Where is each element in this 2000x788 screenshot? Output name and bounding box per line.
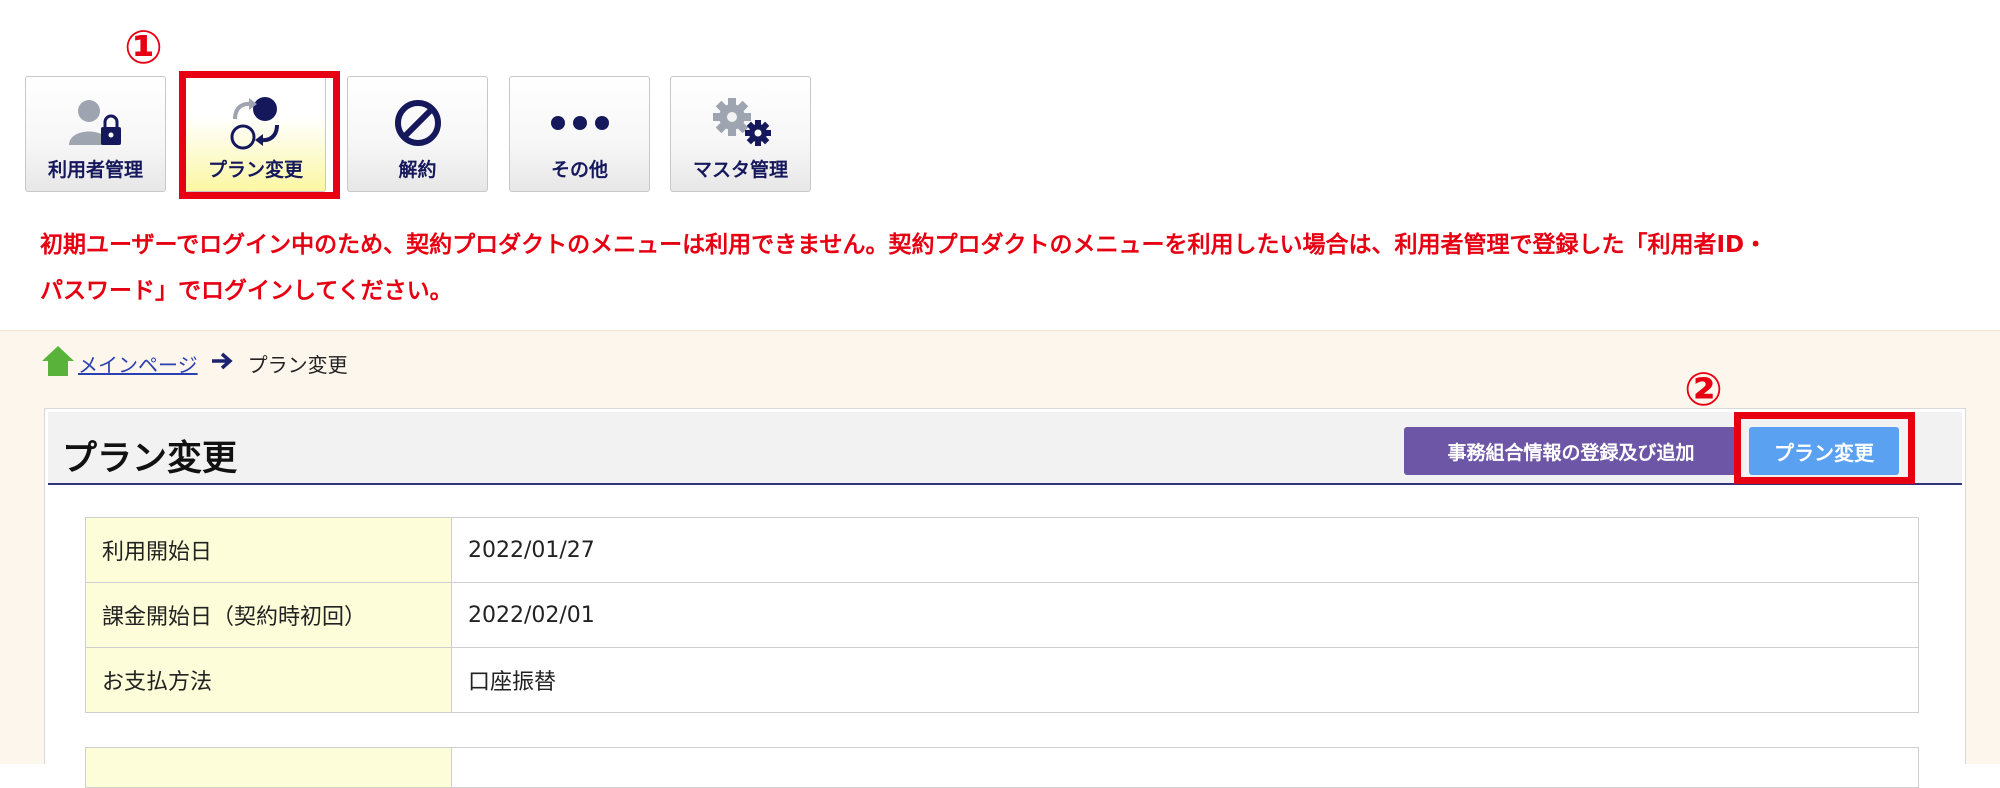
table-row: 課金開始日（契約時初回） 2022/02/01 — [85, 582, 1919, 648]
toolbar-label: その他 — [550, 159, 608, 181]
table-row — [85, 747, 1919, 788]
breadcrumb-home-link[interactable]: メインページ — [78, 349, 198, 378]
toolbar-master-management-button[interactable]: マスタ管理 — [670, 76, 811, 192]
toolbar-user-management-button[interactable]: 利用者管理 — [25, 76, 166, 192]
notice-line-1: 初期ユーザーでログイン中のため、契約プロダクトのメニューは利用できません。契約プ… — [40, 232, 1768, 258]
prohibited-icon — [348, 95, 487, 151]
home-icon — [40, 344, 76, 383]
more-dots-icon — [510, 95, 649, 151]
second-info-table — [85, 747, 1919, 788]
step2-marker: ② — [1684, 362, 1723, 416]
row-value: 口座振替 — [451, 647, 1919, 713]
toolbar-other-button[interactable]: その他 — [509, 76, 650, 192]
panel-header: プラン変更 事務組合情報の登録及び追加 プラン変更 — [48, 412, 1962, 485]
step1-highlight-box — [179, 71, 340, 199]
table-row: お支払方法 口座振替 — [85, 647, 1919, 713]
row-label: お支払方法 — [85, 647, 452, 713]
row-label: 利用開始日 — [85, 517, 452, 583]
toolbar-label: 解約 — [398, 159, 437, 181]
register-office-info-button[interactable]: 事務組合情報の登録及び追加 — [1404, 427, 1738, 475]
step1-marker: ① — [124, 20, 163, 74]
row-label: 課金開始日（契約時初回） — [85, 582, 452, 648]
table-row: 利用開始日 2022/01/27 — [85, 517, 1919, 583]
row-label — [85, 747, 452, 788]
toolbar-cancel-contract-button[interactable]: 解約 — [347, 76, 488, 192]
step2-highlight-box — [1734, 412, 1915, 484]
breadcrumb-current: プラン変更 — [247, 352, 348, 377]
arrow-right-icon — [210, 351, 234, 376]
user-lock-icon — [26, 95, 165, 151]
gears-icon — [671, 95, 810, 151]
page-title: プラン変更 — [62, 439, 238, 479]
login-notice: 初期ユーザーでログイン中のため、契約プロダクトのメニューは利用できません。契約プ… — [40, 222, 1960, 314]
main-toolbar: 利用者管理 プラン変更 解約 その他 マスタ管理 — [25, 76, 825, 194]
breadcrumb: メインページ プラン変更 — [40, 344, 348, 383]
plan-change-panel: プラン変更 事務組合情報の登録及び追加 プラン変更 利用開始日 2022/01/… — [44, 408, 1966, 788]
toolbar-label: 利用者管理 — [47, 159, 143, 181]
row-value: 2022/02/01 — [451, 582, 1919, 648]
row-value — [451, 747, 1919, 788]
notice-line-2: パスワード」でログインしてください。 — [40, 278, 453, 304]
toolbar-label: マスタ管理 — [692, 159, 788, 181]
row-value: 2022/01/27 — [451, 517, 1919, 583]
contract-info-table: 利用開始日 2022/01/27 課金開始日（契約時初回） 2022/02/01… — [85, 517, 1919, 713]
